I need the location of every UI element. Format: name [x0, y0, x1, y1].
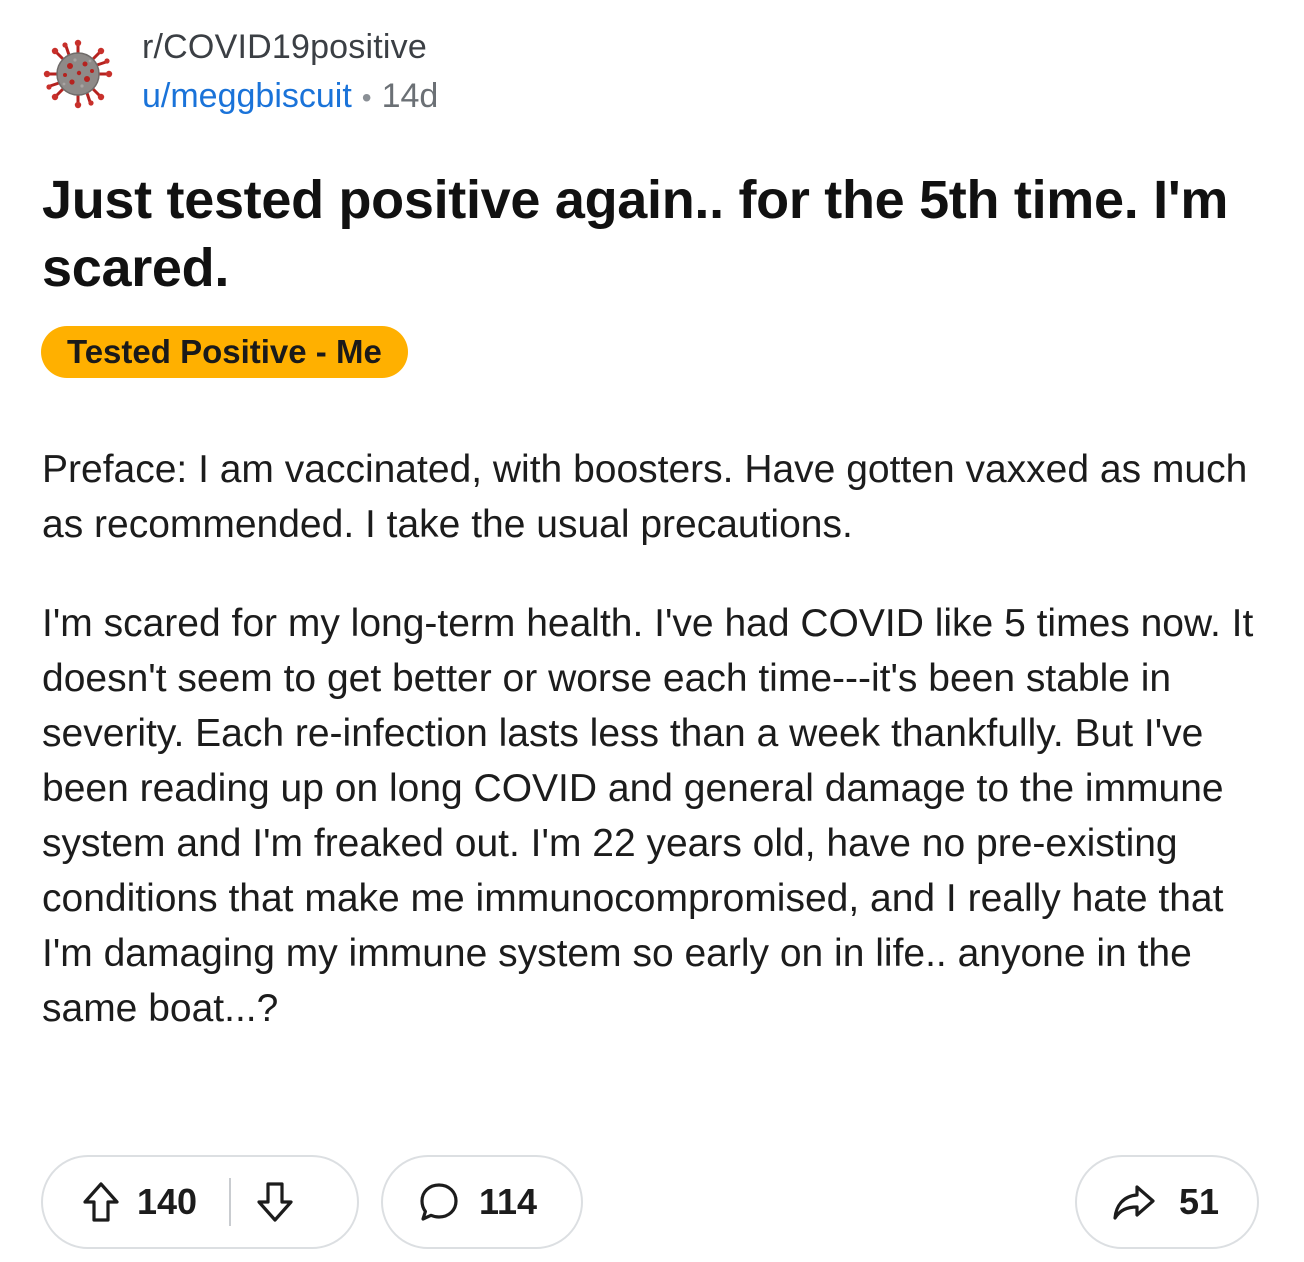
- arrow-up-icon[interactable]: [81, 1180, 121, 1224]
- subreddit-link[interactable]: r/COVID19positive: [142, 28, 438, 66]
- body-paragraph: I'm scared for my long-term health. I've…: [42, 602, 1254, 1030]
- post-flair[interactable]: Tested Positive - Me: [41, 326, 408, 378]
- vote-divider: [229, 1178, 232, 1226]
- comment-count: 114: [479, 1181, 538, 1222]
- username-link[interactable]: u/meggbiscuit: [142, 77, 352, 115]
- post-title[interactable]: Just tested positive again.. for the 5th…: [42, 166, 1272, 302]
- post-age: 14d: [381, 77, 439, 115]
- meta-separator: •: [361, 82, 372, 113]
- user-line: u/meggbiscuit • 14d: [142, 74, 438, 120]
- share-button[interactable]: 51: [1075, 1155, 1259, 1249]
- vote-control: 140: [41, 1155, 359, 1249]
- subreddit-avatar[interactable]: [42, 38, 114, 110]
- virus-icon: [42, 38, 114, 110]
- arrow-down-icon[interactable]: [255, 1180, 295, 1224]
- post-actions: 140 114 51: [41, 1155, 1259, 1253]
- vote-score: 140: [137, 1181, 198, 1222]
- speech-bubble-icon: [417, 1180, 461, 1224]
- post-meta: r/COVID19positive u/meggbiscuit • 14d: [142, 28, 438, 120]
- body-paragraph: Preface: I am vaccinated, with boosters.…: [42, 448, 1248, 546]
- share-arrow-icon: [1111, 1182, 1157, 1222]
- post-header: r/COVID19positive u/meggbiscuit • 14d: [42, 28, 438, 120]
- post-body: Preface: I am vaccinated, with boosters.…: [42, 442, 1267, 1080]
- subreddit-name: COVID19positive: [163, 28, 427, 66]
- comments-button[interactable]: 114: [381, 1155, 583, 1249]
- subreddit-prefix: r/: [142, 28, 164, 66]
- share-count: 51: [1179, 1181, 1220, 1222]
